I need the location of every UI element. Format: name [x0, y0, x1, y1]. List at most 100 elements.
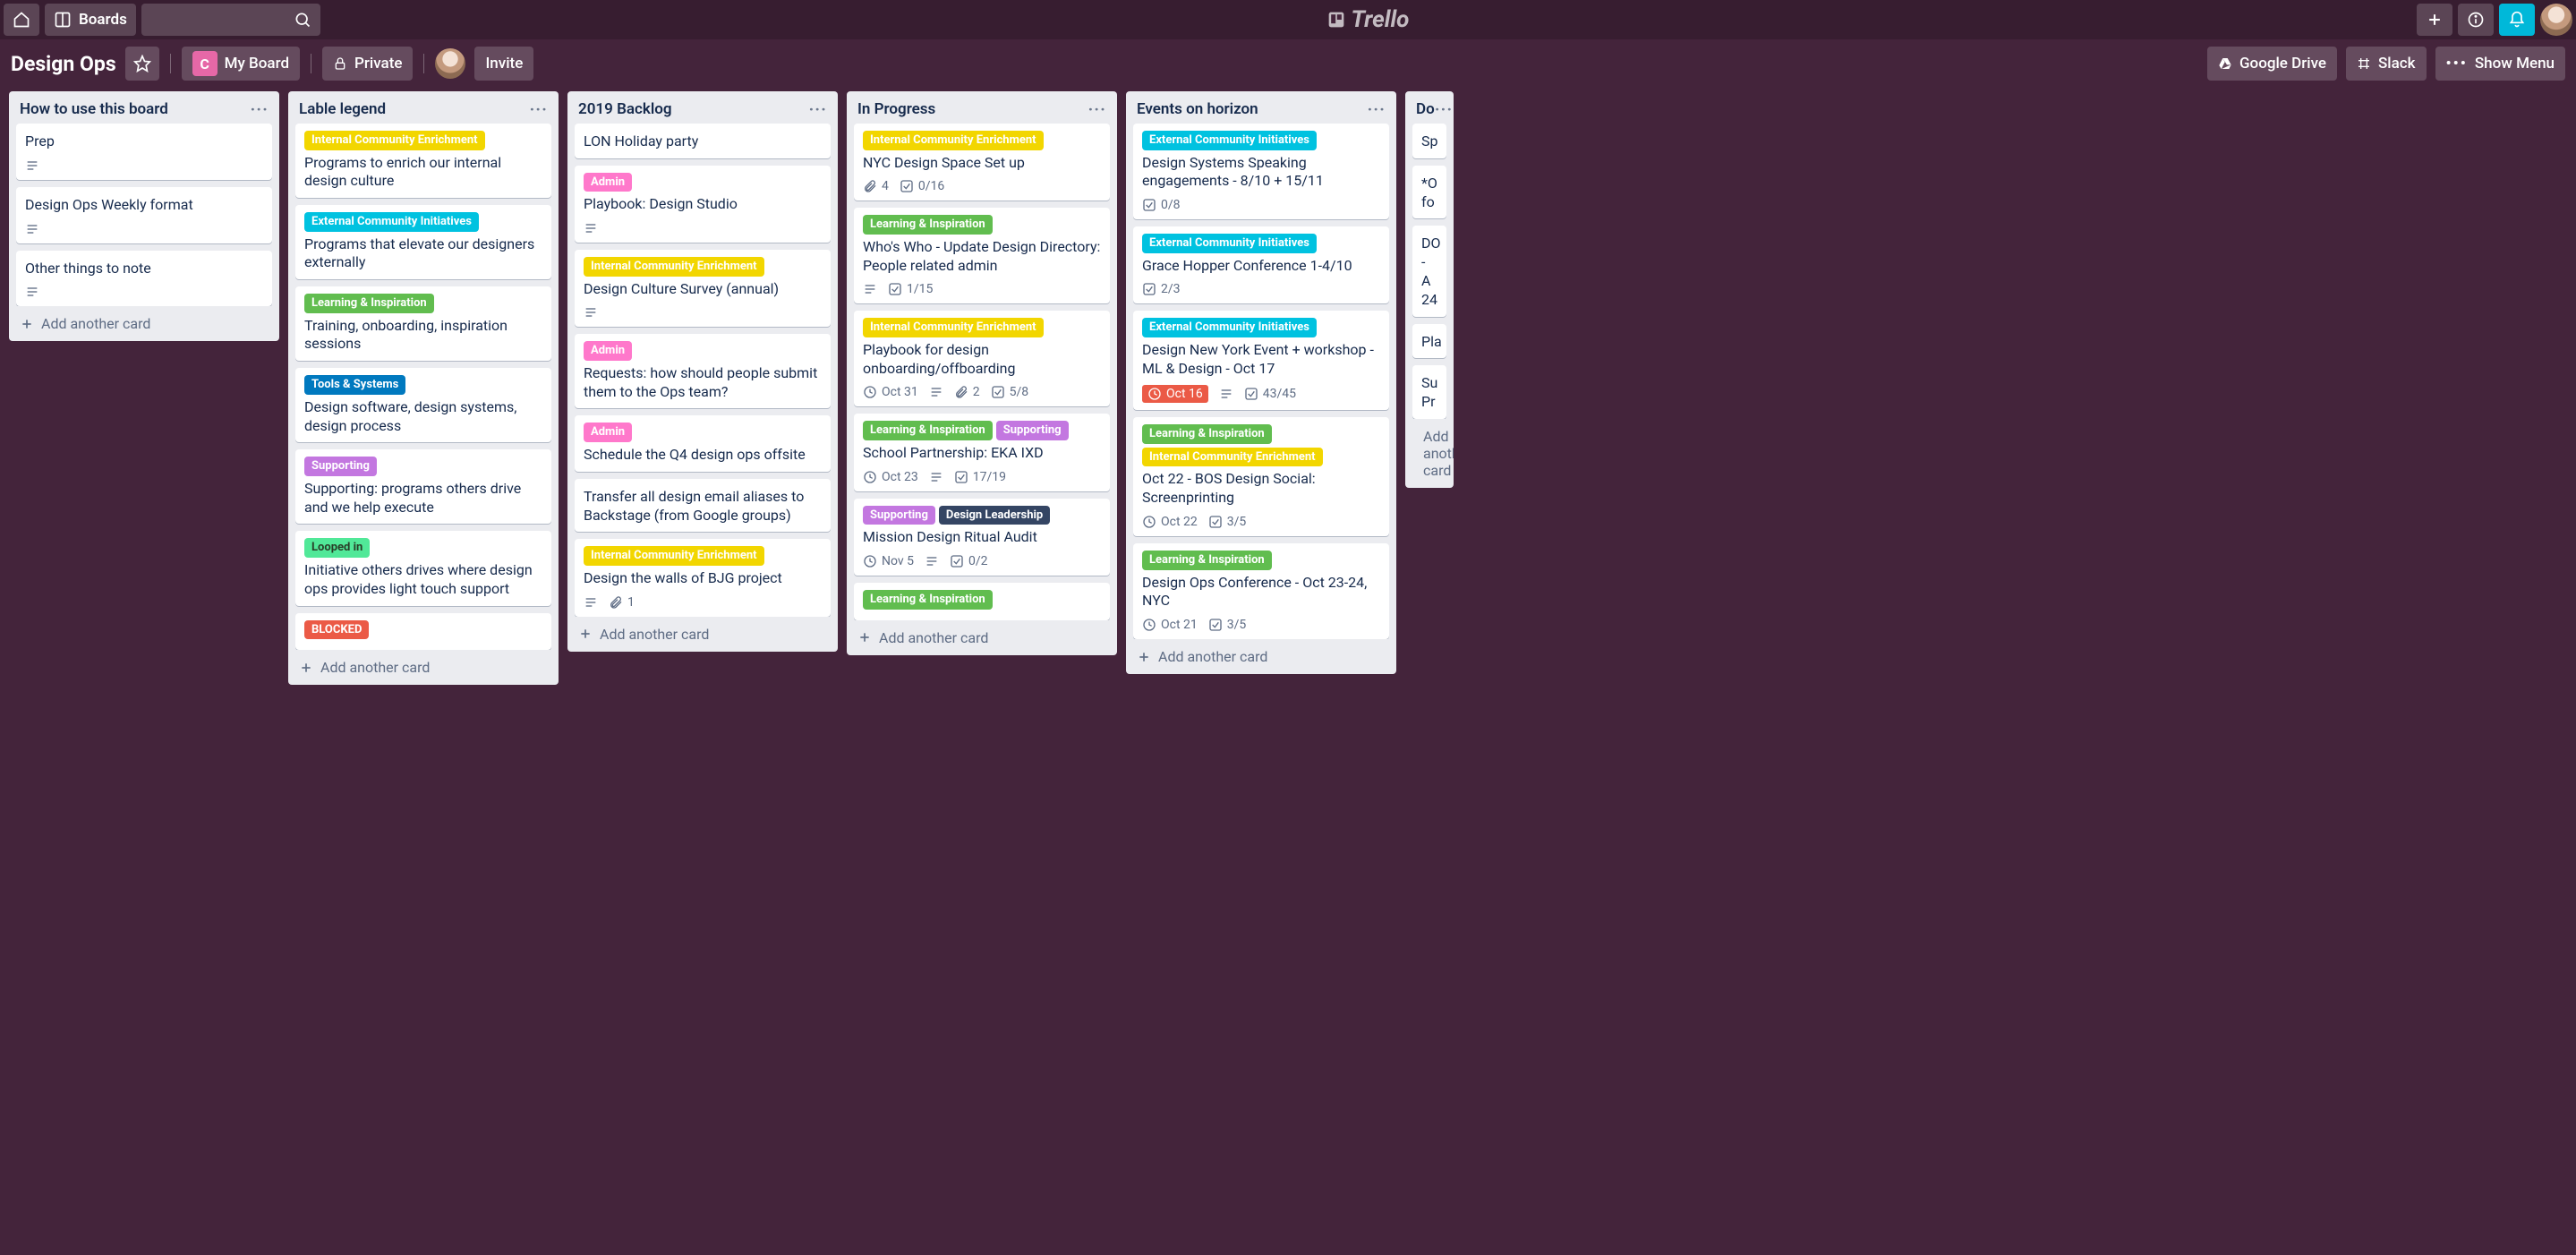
- card-label[interactable]: Learning & Inspiration: [1142, 551, 1272, 570]
- card[interactable]: External Community InitiativesDesign New…: [1133, 311, 1389, 410]
- invite-button[interactable]: Invite: [474, 47, 533, 81]
- card-label[interactable]: External Community Initiatives: [1142, 234, 1317, 253]
- card-label[interactable]: Internal Community Enrichment: [1142, 448, 1323, 467]
- team-button[interactable]: C My Board: [182, 47, 300, 81]
- list-header[interactable]: 2019 Backlog···: [567, 91, 838, 124]
- add-card-button[interactable]: Add another card: [847, 620, 1117, 655]
- card[interactable]: Other things to note: [16, 251, 272, 307]
- card[interactable]: SupportingSupporting: programs others dr…: [295, 449, 551, 524]
- member-avatar[interactable]: [435, 48, 465, 79]
- card-label[interactable]: Supporting: [996, 421, 1069, 440]
- card-label[interactable]: Supporting: [863, 506, 935, 525]
- info-button[interactable]: [2458, 4, 2494, 36]
- card-label[interactable]: Learning & Inspiration: [863, 421, 993, 440]
- card[interactable]: Learning & InspirationSupportingSchool P…: [854, 414, 1110, 491]
- card[interactable]: Transfer all design email aliases to Bac…: [575, 479, 831, 533]
- card[interactable]: Learning & InspirationTraining, onboardi…: [295, 286, 551, 361]
- card[interactable]: Sp: [1412, 124, 1446, 158]
- add-card-button[interactable]: Add another card: [288, 650, 559, 685]
- due-date-badge[interactable]: Oct 23: [863, 470, 918, 484]
- list-menu-button[interactable]: ···: [1367, 100, 1386, 118]
- card[interactable]: Internal Community EnrichmentDesign Cult…: [575, 250, 831, 327]
- card[interactable]: Internal Community EnrichmentDesign the …: [575, 539, 831, 616]
- card[interactable]: Internal Community EnrichmentPrograms to…: [295, 124, 551, 198]
- notifications-button[interactable]: [2499, 4, 2535, 36]
- due-date-badge[interactable]: Oct 21: [1142, 618, 1198, 632]
- card-label[interactable]: Learning & Inspiration: [863, 590, 993, 610]
- home-button[interactable]: [4, 4, 39, 36]
- show-menu-button[interactable]: ••• Show Menu: [2435, 47, 2565, 81]
- card-label[interactable]: Internal Community Enrichment: [863, 318, 1044, 337]
- card-label[interactable]: Internal Community Enrichment: [304, 131, 485, 150]
- card[interactable]: Looped inInitiative others drives where …: [295, 531, 551, 605]
- card-label[interactable]: Tools & Systems: [304, 375, 405, 395]
- card-label[interactable]: Supporting: [304, 457, 377, 476]
- list-header[interactable]: Events on horizon···: [1126, 91, 1396, 124]
- card[interactable]: Prep: [16, 124, 272, 180]
- list-menu-button[interactable]: ···: [808, 100, 827, 118]
- card[interactable]: External Community InitiativesDesign Sys…: [1133, 124, 1389, 219]
- user-avatar[interactable]: [2540, 4, 2572, 36]
- add-card-button[interactable]: Add another card: [567, 617, 838, 652]
- search-input[interactable]: [141, 4, 320, 36]
- card[interactable]: DO - A 24: [1412, 226, 1446, 316]
- card[interactable]: Tools & SystemsDesign software, design s…: [295, 368, 551, 442]
- card-label[interactable]: External Community Initiatives: [1142, 131, 1317, 150]
- card-label[interactable]: Looped in: [304, 538, 370, 558]
- board-title[interactable]: Design Ops: [11, 52, 116, 76]
- card[interactable]: Learning & Inspiration Internal Community…: [1133, 417, 1389, 536]
- card[interactable]: AdminPlaybook: Design Studio: [575, 166, 831, 243]
- card-label[interactable]: Learning & Inspiration: [304, 294, 434, 313]
- board-canvas[interactable]: How to use this board···Prep Design Ops W…: [0, 88, 2576, 1255]
- due-date-badge[interactable]: Nov 5: [863, 554, 914, 568]
- card-label[interactable]: Internal Community Enrichment: [584, 546, 764, 566]
- card-label[interactable]: Design Leadership: [939, 506, 1050, 525]
- boards-button[interactable]: Boards: [45, 4, 136, 36]
- card[interactable]: AdminSchedule the Q4 design ops offsite: [575, 415, 831, 471]
- google-drive-button[interactable]: Google Drive: [2207, 47, 2337, 81]
- card[interactable]: Design Ops Weekly format: [16, 187, 272, 243]
- card[interactable]: External Community InitiativesPrograms t…: [295, 205, 551, 279]
- trello-logo[interactable]: Trello: [1327, 6, 1409, 33]
- due-date-badge[interactable]: Oct 16: [1142, 385, 1208, 403]
- card-label[interactable]: Learning & Inspiration: [1142, 424, 1272, 444]
- slack-button[interactable]: Slack: [2346, 47, 2427, 81]
- card[interactable]: BLOCKED: [295, 613, 551, 651]
- card-label[interactable]: Admin: [584, 423, 632, 442]
- card[interactable]: LON Holiday party: [575, 124, 831, 158]
- list-header[interactable]: In Progress···: [847, 91, 1117, 124]
- card[interactable]: Internal Community EnrichmentNYC Design …: [854, 124, 1110, 201]
- card[interactable]: Learning & Inspiration: [854, 583, 1110, 620]
- card[interactable]: SupportingDesign LeadershipMission Desig…: [854, 499, 1110, 576]
- star-button[interactable]: [125, 47, 159, 81]
- add-card-button[interactable]: Add another card: [1405, 419, 1454, 488]
- list-header[interactable]: How to use this board···: [9, 91, 279, 124]
- list-menu-button[interactable]: ···: [1088, 100, 1106, 118]
- card-label[interactable]: BLOCKED: [304, 620, 369, 640]
- card[interactable]: Learning & InspirationDesign Ops Confere…: [1133, 543, 1389, 639]
- card-label[interactable]: External Community Initiatives: [304, 212, 479, 232]
- list-menu-button[interactable]: ···: [529, 100, 548, 118]
- create-button[interactable]: [2417, 4, 2452, 36]
- card-label[interactable]: Admin: [584, 341, 632, 361]
- list-menu-button[interactable]: ···: [1435, 100, 1454, 118]
- card-label[interactable]: Internal Community Enrichment: [584, 257, 764, 277]
- due-date-badge[interactable]: Oct 31: [863, 385, 918, 399]
- list-header[interactable]: Lable legend···: [288, 91, 559, 124]
- card[interactable]: Internal Community EnrichmentPlaybook fo…: [854, 311, 1110, 406]
- card[interactable]: AdminRequests: how should people submit …: [575, 334, 831, 408]
- card-label[interactable]: External Community Initiatives: [1142, 318, 1317, 337]
- add-card-button[interactable]: Add another card: [1126, 639, 1396, 674]
- list-menu-button[interactable]: ···: [250, 100, 269, 118]
- card[interactable]: *O fo: [1412, 166, 1446, 219]
- card-label[interactable]: Admin: [584, 173, 632, 192]
- due-date-badge[interactable]: Oct 22: [1142, 515, 1198, 529]
- card[interactable]: Su Pr: [1412, 365, 1446, 419]
- card-label[interactable]: Internal Community Enrichment: [863, 131, 1044, 150]
- card[interactable]: Pla: [1412, 324, 1446, 359]
- card[interactable]: External Community InitiativesGrace Hopp…: [1133, 226, 1389, 303]
- card[interactable]: Learning & InspirationWho's Who - Update…: [854, 208, 1110, 303]
- list-header[interactable]: Do···: [1405, 91, 1454, 124]
- card-label[interactable]: Learning & Inspiration: [863, 215, 993, 235]
- add-card-button[interactable]: Add another card: [9, 306, 279, 341]
